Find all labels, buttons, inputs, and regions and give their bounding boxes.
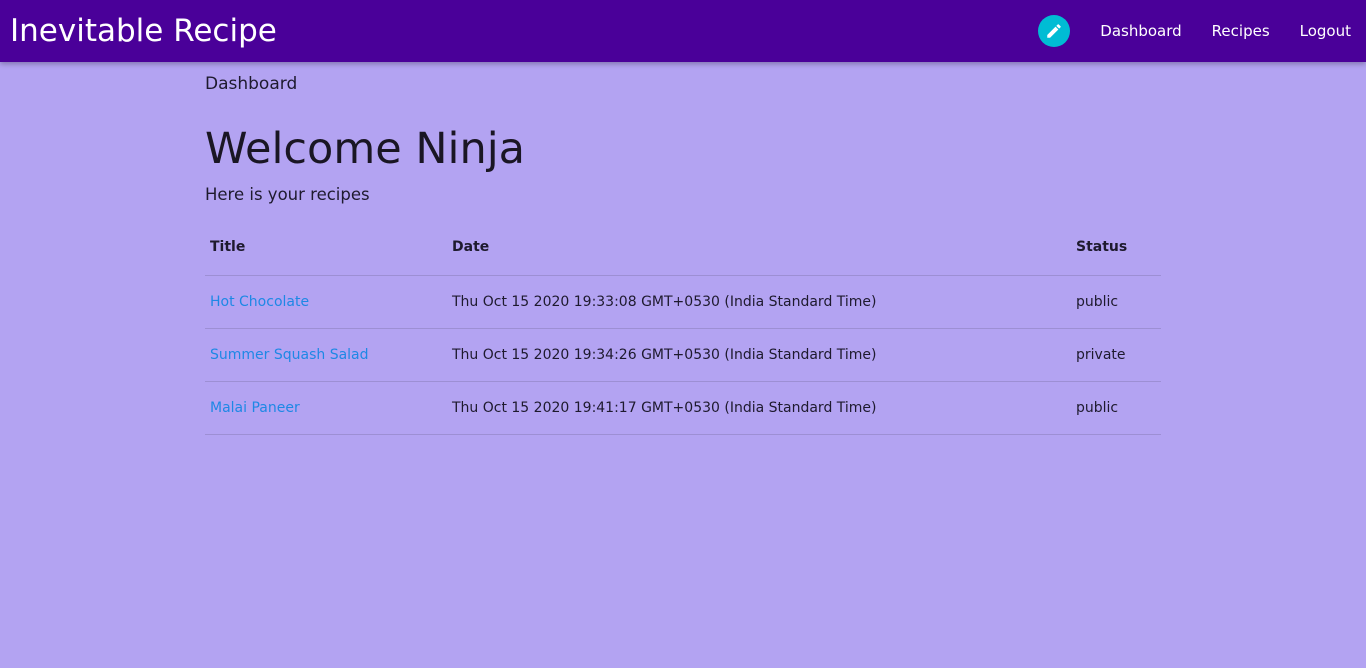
recipe-link[interactable]: Summer Squash Salad — [210, 347, 369, 363]
recipe-status-cell: private — [1076, 347, 1126, 363]
page-title: Welcome Ninja — [205, 124, 526, 174]
add-recipe-button[interactable] — [1038, 15, 1071, 47]
table-row: Summer Squash Salad Thu Oct 15 2020 19:3… — [205, 329, 1161, 382]
nav-links: Dashboard Recipes Logout — [1038, 0, 1366, 62]
pencil-icon — [1047, 24, 1062, 38]
table-header-row: Title Date Status — [205, 219, 1161, 276]
nav-link-dashboard[interactable]: Dashboard — [1085, 0, 1196, 62]
recipe-date-cell: Thu Oct 15 2020 19:34:26 GMT+0530 (India… — [452, 347, 877, 363]
breadcrumb: Dashboard — [205, 74, 298, 94]
recipe-link[interactable]: Malai Paneer — [210, 400, 300, 416]
column-header-status: Status — [1076, 239, 1128, 255]
page-subtitle: Here is your recipes — [205, 185, 370, 204]
recipes-table: Title Date Status Hot Chocolate Thu Oct … — [205, 219, 1161, 435]
recipe-status-cell: public — [1076, 294, 1119, 310]
recipe-status-cell: public — [1076, 400, 1119, 416]
recipe-title-cell: Hot Chocolate — [205, 276, 447, 329]
table-row: Malai Paneer Thu Oct 15 2020 19:41:17 GM… — [205, 382, 1161, 435]
recipe-link[interactable]: Hot Chocolate — [210, 294, 309, 310]
nav-link-recipes[interactable]: Recipes — [1197, 0, 1285, 62]
recipe-date-cell: Thu Oct 15 2020 19:33:08 GMT+0530 (India… — [452, 294, 877, 310]
recipe-date-cell: Thu Oct 15 2020 19:41:17 GMT+0530 (India… — [452, 400, 877, 416]
main-content: Dashboard Welcome Ninja Here is your rec… — [205, 62, 1161, 435]
top-navbar: Inevitable Recipe Dashboard Recipes Logo… — [0, 0, 1366, 62]
brand-logo[interactable]: Inevitable Recipe — [10, 11, 277, 51]
column-header-date: Date — [452, 239, 490, 255]
recipe-title-cell: Malai Paneer — [205, 382, 447, 435]
nav-link-logout[interactable]: Logout — [1285, 0, 1366, 62]
recipe-title-cell: Summer Squash Salad — [205, 329, 447, 382]
column-header-title: Title — [210, 239, 246, 255]
table-row: Hot Chocolate Thu Oct 15 2020 19:33:08 G… — [205, 276, 1161, 329]
